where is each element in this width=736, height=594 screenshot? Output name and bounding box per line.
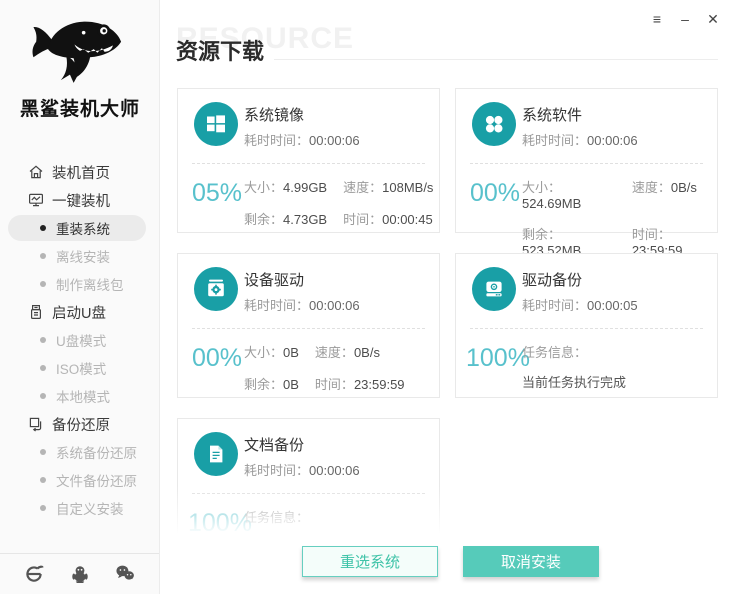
sidebar-item-usb-mode[interactable]: U盘模式	[0, 326, 160, 354]
card-title: 驱动备份	[522, 272, 583, 289]
sidebar-item-one-key[interactable]: 一键装机	[0, 186, 160, 214]
dashed-divider	[192, 493, 425, 494]
sidebar-item-home[interactable]: 装机首页	[0, 158, 160, 186]
home-icon	[28, 164, 44, 180]
task-info: 任务信息： 当前任务执行完成	[522, 345, 627, 390]
sidebar-item-label: 一键装机	[52, 193, 110, 210]
sidebar-item-label: 备份还原	[52, 417, 110, 434]
dashed-divider	[192, 328, 425, 329]
sidebar-item-offline-package[interactable]: 制作离线包	[0, 270, 160, 298]
qq-icon[interactable]	[70, 564, 90, 584]
progress-percent: 00%	[469, 179, 521, 207]
progress-percent: 100%	[188, 509, 252, 537]
sidebar-item-system-backup[interactable]: 系统备份还原	[0, 438, 160, 466]
bullet-icon	[40, 281, 46, 287]
card-driver-backup: 驱动备份 耗时时间：00:00:05 100% 任务信息： 当前任务执行完成	[455, 253, 718, 398]
bullet-icon	[40, 505, 46, 511]
card-title: 设备驱动	[244, 272, 305, 289]
bullet-icon	[40, 253, 46, 259]
ie-icon[interactable]	[24, 564, 44, 584]
sidebar-item-label: 本地模式	[56, 390, 110, 405]
card-title: 系统镜像	[244, 107, 305, 124]
download-cards: 系统镜像 耗时时间：00:00:06 05% 大小：4.99GB 速度：108M…	[177, 88, 718, 563]
dashed-divider	[470, 163, 703, 164]
sidebar-item-reinstall-system[interactable]: 重装系统	[0, 214, 160, 242]
sidebar-item-label: 文件备份还原	[56, 474, 137, 489]
sidebar-footer	[0, 553, 159, 594]
cancel-install-button[interactable]: 取消安装	[463, 546, 599, 577]
dashed-divider	[470, 328, 703, 329]
progress-percent: 100%	[466, 344, 530, 372]
bullet-icon	[40, 477, 46, 483]
header-divider	[274, 59, 718, 60]
bullet-icon	[40, 449, 46, 455]
sidebar-item-label: 启动U盘	[52, 305, 106, 322]
usb-icon	[28, 304, 44, 320]
card-device-driver: 设备驱动 耗时时间：00:00:06 00% 大小：0B 速度：0B/s 剩余：…	[177, 253, 440, 398]
sidebar-item-label: 离线安装	[56, 250, 110, 265]
elapsed-time: 耗时时间：00:00:06	[244, 298, 360, 313]
download-stats: 大小：0B 速度：0B/s 剩余：0B 时间：23:59:59	[244, 345, 405, 392]
shark-logo-icon	[0, 8, 160, 92]
monitor-icon	[28, 192, 44, 208]
sidebar-item-local-mode[interactable]: 本地模式	[0, 382, 160, 410]
sidebar-item-iso-mode[interactable]: ISO模式	[0, 354, 160, 382]
bullet-icon	[40, 337, 46, 343]
sidebar: 黑鲨装机大师 装机首页 一键装机 重装系统 离线安装 制作离线包 启动U盘 U盘…	[0, 0, 160, 594]
sidebar-item-boot-usb[interactable]: 启动U盘	[0, 298, 160, 326]
bullet-icon	[40, 365, 46, 371]
sidebar-item-label: 制作离线包	[56, 278, 124, 293]
bullet-icon	[40, 393, 46, 399]
app-logo: 黑鲨装机大师	[0, 8, 160, 121]
sidebar-item-file-backup[interactable]: 文件备份还原	[0, 466, 160, 494]
wechat-icon[interactable]	[115, 564, 135, 584]
elapsed-time: 耗时时间：00:00:06	[244, 463, 360, 478]
app-window: 黑鲨装机大师 装机首页 一键装机 重装系统 离线安装 制作离线包 启动U盘 U盘…	[0, 0, 736, 594]
minimize-icon[interactable]: –	[676, 10, 694, 28]
sidebar-item-custom-install[interactable]: 自定义安装	[0, 494, 160, 522]
drive-backup-icon	[472, 267, 516, 311]
close-icon[interactable]: ✕	[704, 10, 722, 28]
sidebar-item-backup-restore[interactable]: 备份还原	[0, 410, 160, 438]
sidebar-item-label: 自定义安装	[56, 502, 124, 517]
progress-percent: 05%	[191, 179, 243, 207]
page-title: 资源下载	[176, 39, 265, 64]
card-system-image: 系统镜像 耗时时间：00:00:06 05% 大小：4.99GB 速度：108M…	[177, 88, 440, 233]
main-panel: ≡ – ✕ RESOURCE 资源下载 系统镜像 耗时时间：00:00:06 0…	[160, 0, 736, 594]
sidebar-menu: 装机首页 一键装机 重装系统 离线安装 制作离线包 启动U盘 U盘模式 ISO模…	[0, 158, 160, 522]
sidebar-item-offline-install[interactable]: 离线安装	[0, 242, 160, 270]
download-stats: 大小：4.99GB 速度：108MB/s 剩余：4.73GB 时间：00:00:…	[244, 180, 434, 227]
sidebar-item-label: 系统备份还原	[56, 446, 137, 461]
progress-percent: 00%	[191, 344, 243, 372]
action-bar: 重选系统 取消安装	[160, 540, 736, 594]
bullet-icon	[40, 225, 46, 231]
card-system-software: 系统软件 耗时时间：00:00:06 00% 大小：524.69MB 速度：0B…	[455, 88, 718, 258]
sidebar-item-label: 重装系统	[56, 222, 110, 237]
card-title: 文档备份	[244, 437, 305, 454]
backup-icon	[28, 416, 44, 432]
sidebar-item-label: ISO模式	[56, 362, 107, 377]
card-title: 系统软件	[522, 107, 583, 124]
elapsed-time: 耗时时间：00:00:06	[244, 133, 360, 148]
document-icon	[194, 432, 238, 476]
download-stats: 大小：524.69MB 速度：0B/s 剩余：523.52MB 时间：23:59…	[522, 180, 697, 258]
sidebar-item-label: 装机首页	[52, 165, 110, 182]
app-title: 黑鲨装机大师	[19, 99, 140, 120]
windows-icon	[194, 102, 238, 146]
apps-icon	[472, 102, 516, 146]
window-controls: ≡ – ✕	[648, 10, 722, 28]
dashed-divider	[192, 163, 425, 164]
driver-icon	[194, 267, 238, 311]
menu-icon[interactable]: ≡	[648, 10, 666, 28]
sidebar-item-label: U盘模式	[56, 334, 107, 349]
elapsed-time: 耗时时间：00:00:06	[522, 133, 638, 148]
reselect-system-button[interactable]: 重选系统	[302, 546, 438, 577]
elapsed-time: 耗时时间：00:00:05	[522, 298, 638, 313]
page-header: RESOURCE 资源下载	[176, 22, 718, 66]
